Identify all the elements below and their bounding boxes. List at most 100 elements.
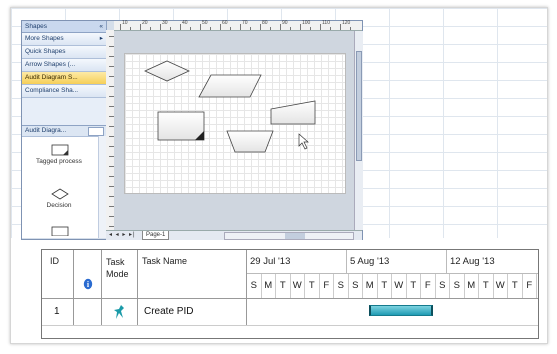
ruler-tick <box>120 24 121 30</box>
ruler-label: 120 <box>342 20 351 26</box>
ruler-label: 100 <box>302 20 311 26</box>
ruler-tick <box>260 24 261 30</box>
row-task-mode-cell[interactable] <box>102 299 138 325</box>
shapes-menu-item-label: Compliance Sha... <box>25 87 79 94</box>
ruler-tick <box>280 24 281 30</box>
mouse-pointer-icon <box>298 133 309 150</box>
ruler-label: 40 <box>182 20 188 26</box>
shapes-menu-item-label: Arrow Shapes (... <box>25 61 76 68</box>
submenu-arrow-icon: ▸ <box>99 35 103 42</box>
day-label: F <box>421 274 436 298</box>
stencil-scrollbar[interactable] <box>98 136 106 238</box>
ruler-tick <box>320 24 321 30</box>
drawing-page[interactable] <box>124 53 346 194</box>
manual-input-shape <box>270 100 316 125</box>
col-task-mode-header[interactable]: Task Mode <box>102 250 138 298</box>
day-label: S <box>349 274 363 298</box>
ruler-tick <box>160 24 161 30</box>
ruler-label: 70 <box>242 20 248 26</box>
day-label: W <box>494 274 508 298</box>
gantt-task-bar[interactable] <box>369 305 433 316</box>
col-info-header[interactable]: i <box>74 250 102 298</box>
horizontal-scrollbar[interactable] <box>224 232 354 240</box>
stencil-title: Audit Diagra... <box>22 126 106 137</box>
day-label: M <box>465 274 479 298</box>
ruler-tick <box>300 24 301 30</box>
shapes-menu-item-label: Audit Diagram S... <box>25 74 78 81</box>
page-nav-arrows-icon[interactable]: ◂ ◂ ▸ ▸| <box>109 231 136 240</box>
ruler-tick <box>290 27 291 30</box>
shapes-panel: Shapes « More Shapes ▸ Quick Shapes Arrow S… <box>22 21 107 238</box>
ruler-label: 10 <box>122 20 128 26</box>
day-label: T <box>407 274 421 298</box>
day-label: T <box>276 274 291 298</box>
shapes-menu-item[interactable]: Arrow Shapes (... <box>22 59 106 72</box>
tagged-process-shape-icon[interactable] <box>51 144 69 156</box>
ruler-tick <box>140 24 141 30</box>
shapes-menu-item[interactable]: Audit Diagram S... <box>22 72 106 85</box>
page-navigation-bar: ◂ ◂ ▸ ▸| Page-1 <box>106 230 362 240</box>
col-task-name-label: Task Name <box>142 256 188 266</box>
col-task-name-header[interactable]: Task Name <box>138 250 247 298</box>
trapezoid-shape <box>226 130 274 153</box>
table-row[interactable]: 1 Create PID <box>42 298 538 326</box>
diamond-shape <box>144 60 190 82</box>
week-label: 12 Aug '13 <box>447 250 538 274</box>
ruler-label: 30 <box>162 20 168 26</box>
collapse-icon[interactable]: « <box>99 21 103 32</box>
horizontal-scroll-thumb[interactable] <box>285 233 305 239</box>
col-id-label: ID <box>50 256 59 266</box>
decision-shape-icon[interactable] <box>51 188 69 200</box>
shapes-panel-title: Shapes <box>25 23 48 30</box>
page-tab[interactable]: Page-1 <box>142 231 170 240</box>
day-label: T <box>508 274 523 298</box>
ruler-label: 20 <box>142 20 148 26</box>
shapes-panel-header: Shapes « <box>22 21 106 33</box>
day-label: M <box>363 274 378 298</box>
day-label: T <box>305 274 320 298</box>
ruler-label: 80 <box>262 20 268 26</box>
drawing-shapes <box>144 60 316 153</box>
stencil-title-label: Audit Diagra... <box>25 127 67 134</box>
col-task-mode-label: Task Mode <box>106 257 129 279</box>
screenshot-frame: Shapes « More Shapes ▸ Quick Shapes Arrow S… <box>10 7 548 344</box>
col-id-header[interactable]: ID <box>42 250 74 298</box>
ruler-tick <box>130 27 131 30</box>
ruler-label: 60 <box>222 20 228 26</box>
parallelogram-shape <box>198 74 262 98</box>
drawing-canvas-area[interactable] <box>114 31 354 230</box>
day-label: M <box>262 274 276 298</box>
ruler-tick <box>150 27 151 30</box>
stencil-shape-icon[interactable] <box>51 226 69 236</box>
shapes-menu-item[interactable]: Compliance Sha... <box>22 85 106 98</box>
ruler-tick <box>180 24 181 30</box>
decision-label: Decision <box>46 202 72 209</box>
day-label: S <box>247 274 262 298</box>
ruler-tick <box>230 27 231 30</box>
day-label: S <box>436 274 450 298</box>
ruler-tick <box>220 24 221 30</box>
day-label: F <box>320 274 334 298</box>
day-label: W <box>291 274 305 298</box>
day-label: T <box>378 274 392 298</box>
shapes-menu-item-label: More Shapes <box>25 35 64 42</box>
ruler-tick <box>340 24 341 30</box>
ruler-tick <box>250 27 251 30</box>
stencil-options-icon[interactable] <box>88 127 104 136</box>
shapes-menu-item[interactable]: Quick Shapes <box>22 46 106 59</box>
ruler-tick <box>200 24 201 30</box>
vertical-scroll-thumb[interactable] <box>356 51 362 161</box>
ruler-tick <box>210 27 211 30</box>
project-gantt-table: ID i Task Mode Task Name 29 Jul '13 5 Au… <box>41 249 539 339</box>
shapes-menu-item[interactable]: More Shapes ▸ <box>22 33 106 46</box>
week-label: 29 Jul '13 <box>247 250 347 274</box>
day-label: W <box>392 274 407 298</box>
info-icon: i <box>83 278 93 290</box>
ruler-label: 90 <box>282 20 288 26</box>
day-label: S <box>334 274 349 298</box>
stencil-pane: Audit Diagra... Tagged process Decision <box>22 125 106 238</box>
tagged-process-label: Tagged process <box>36 158 82 165</box>
ruler-tick <box>170 27 171 30</box>
row-task-name[interactable]: Create PID <box>138 299 247 325</box>
vertical-scrollbar[interactable] <box>354 31 363 230</box>
